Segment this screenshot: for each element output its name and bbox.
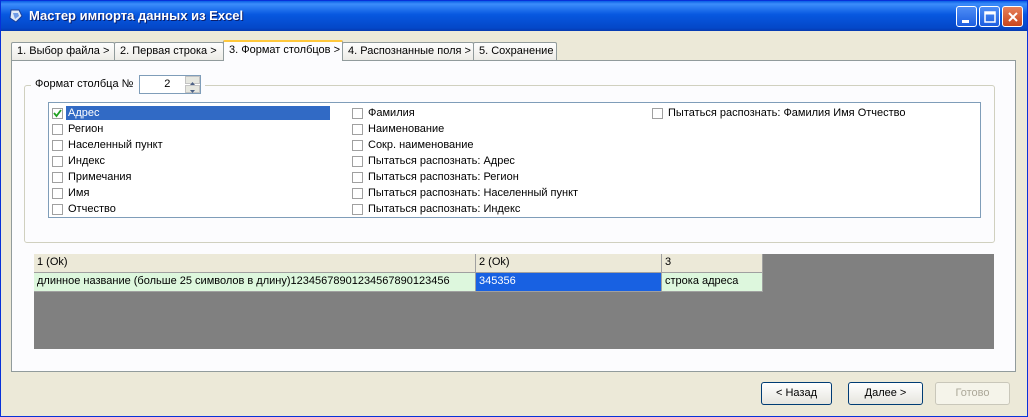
field-label: Примечания (68, 171, 132, 183)
field-checklist[interactable]: Адрес Регион Населенный пункт Индекс При… (48, 102, 981, 218)
field-label: Населенный пункт (68, 139, 163, 151)
spinner-up-button[interactable] (185, 75, 201, 85)
grid-cell-selected[interactable]: 345356 (476, 273, 662, 292)
checkbox[interactable] (352, 203, 363, 215)
header-label: 1 (Ok) (37, 256, 68, 268)
field-name[interactable]: Наименование (352, 121, 446, 137)
checkmark-icon (53, 108, 62, 117)
title-bar[interactable]: Мастер импорта данных из Excel (1, 1, 1027, 31)
field-label: Имя (68, 187, 90, 199)
tab-save[interactable]: 5. Сохранение (473, 42, 557, 60)
header-label: 3 (665, 256, 672, 268)
tab-file-select[interactable]: 1. Выбор файла > (11, 42, 115, 60)
minimize-button[interactable] (956, 6, 977, 27)
field-address[interactable]: Адрес (52, 105, 330, 121)
column-format-legend: Формат столбца № 2 (31, 74, 206, 94)
checkbox[interactable] (352, 187, 363, 199)
close-icon (1008, 12, 1018, 22)
field-recognize-address[interactable]: Пытаться распознать: Адрес (352, 153, 517, 169)
tab-label: 1. Выбор файла > (17, 45, 110, 57)
header-label: 2 (Ok) (479, 256, 510, 268)
button-label: Готово (955, 387, 990, 399)
checkbox[interactable] (652, 107, 663, 119)
field-label: Пытаться распознать: Регион (368, 171, 519, 183)
checkbox[interactable] (52, 155, 63, 167)
field-label: Отчество (68, 203, 116, 215)
field-index[interactable]: Индекс (52, 153, 107, 169)
tab-label: 3. Формат столбцов > (229, 44, 340, 56)
tab-column-format[interactable]: 3. Формат столбцов > (223, 40, 343, 61)
checkbox[interactable] (52, 171, 63, 183)
checkbox[interactable] (352, 171, 363, 183)
checkbox[interactable] (52, 187, 63, 199)
tab-recognized-fields[interactable]: 4. Распознанные поля > (342, 42, 474, 60)
tab-label: 2. Первая строка > (120, 45, 217, 57)
checkbox[interactable] (52, 139, 63, 151)
checkbox[interactable] (52, 203, 63, 215)
field-label: Наименование (368, 123, 445, 135)
field-patronymic[interactable]: Отчество (52, 201, 118, 217)
tab-label: 5. Сохранение (479, 45, 554, 57)
checkbox[interactable] (352, 123, 363, 135)
button-label: < Назад (776, 387, 817, 399)
grid-cell[interactable]: строка адреса (662, 273, 763, 292)
field-recognize-index[interactable]: Пытаться распознать: Индекс (352, 201, 522, 217)
tab-label: 4. Распознанные поля > (348, 45, 471, 57)
field-label: Пытаться распознать: Индекс (368, 203, 521, 215)
field-short-name[interactable]: Сокр. наименование (352, 137, 476, 153)
field-recognize-region[interactable]: Пытаться распознать: Регион (352, 169, 521, 185)
field-label: Индекс (68, 155, 105, 167)
checkbox[interactable] (52, 123, 63, 135)
maximize-button[interactable] (979, 6, 1000, 27)
field-label: Пытаться распознать: Населенный пункт (368, 187, 579, 199)
field-label: Пытаться распознать: Адрес (368, 155, 515, 167)
maximize-icon (984, 11, 996, 23)
column-number-value: 2 (164, 77, 171, 90)
grid-header-col1[interactable]: 1 (Ok) (34, 254, 476, 273)
field-label: Пытаться распознать: Фамилия Имя Отчеств… (668, 107, 906, 119)
field-label: Сокр. наименование (368, 139, 474, 151)
field-first-name[interactable]: Имя (52, 185, 91, 201)
back-button[interactable]: < Назад (761, 382, 832, 405)
next-button[interactable]: Далее > (848, 382, 923, 405)
arrow-down-icon (190, 89, 196, 93)
field-notes[interactable]: Примечания (52, 169, 134, 185)
grid-header-col3[interactable]: 3 (662, 254, 763, 273)
cell-value: длинное название (больше 25 символов в д… (37, 275, 450, 287)
field-label: Фамилия (368, 107, 415, 119)
column-format-label: Формат столбца № (35, 78, 134, 90)
data-preview-grid[interactable]: 1 (Ok) 2 (Ok) 3 длинное название (больше… (34, 254, 994, 349)
finish-button[interactable]: Готово (935, 382, 1010, 405)
grid-header-col2[interactable]: 2 (Ok) (476, 254, 662, 273)
field-last-name[interactable]: Фамилия (352, 105, 417, 121)
column-number-spinner[interactable]: 2 (139, 74, 202, 94)
minimize-icon (962, 20, 969, 23)
cell-value: 345356 (479, 275, 516, 287)
field-recognize-full-name[interactable]: Пытаться распознать: Фамилия Имя Отчеств… (652, 105, 908, 121)
window-title: Мастер импорта данных из Excel (29, 8, 244, 23)
cell-value: строка адреса (665, 275, 739, 287)
import-wizard-window: Мастер импорта данных из Excel 1. Выбор … (0, 0, 1028, 417)
field-label: Адрес (66, 106, 330, 120)
checkbox[interactable] (352, 155, 363, 167)
spinner-down-button[interactable] (185, 84, 201, 93)
checkbox[interactable] (52, 107, 63, 119)
field-region[interactable]: Регион (52, 121, 105, 137)
checkbox[interactable] (352, 139, 363, 151)
app-icon (9, 9, 23, 23)
close-button[interactable] (1002, 6, 1023, 27)
grid-cell[interactable]: длинное название (больше 25 символов в д… (34, 273, 476, 292)
field-label: Регион (68, 123, 104, 135)
tab-first-row[interactable]: 2. Первая строка > (114, 42, 224, 60)
field-recognize-locality[interactable]: Пытаться распознать: Населенный пункт (352, 185, 580, 201)
field-locality[interactable]: Населенный пункт (52, 137, 165, 153)
button-label: Далее > (864, 387, 907, 399)
checkbox[interactable] (352, 107, 363, 119)
